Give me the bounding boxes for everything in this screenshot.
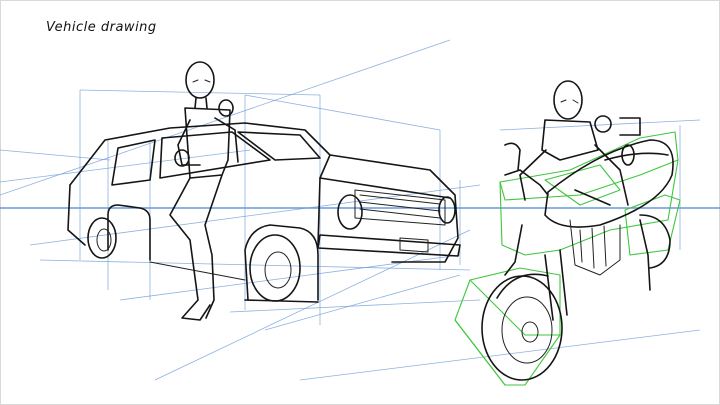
motorcycle-construction-boxes (454, 131, 681, 386)
standing-figure-sketch (169, 61, 239, 321)
drawing-canvas[interactable]: Vehicle drawing (0, 0, 720, 405)
car-sketch (67, 122, 461, 303)
sketch-artwork (0, 39, 720, 386)
